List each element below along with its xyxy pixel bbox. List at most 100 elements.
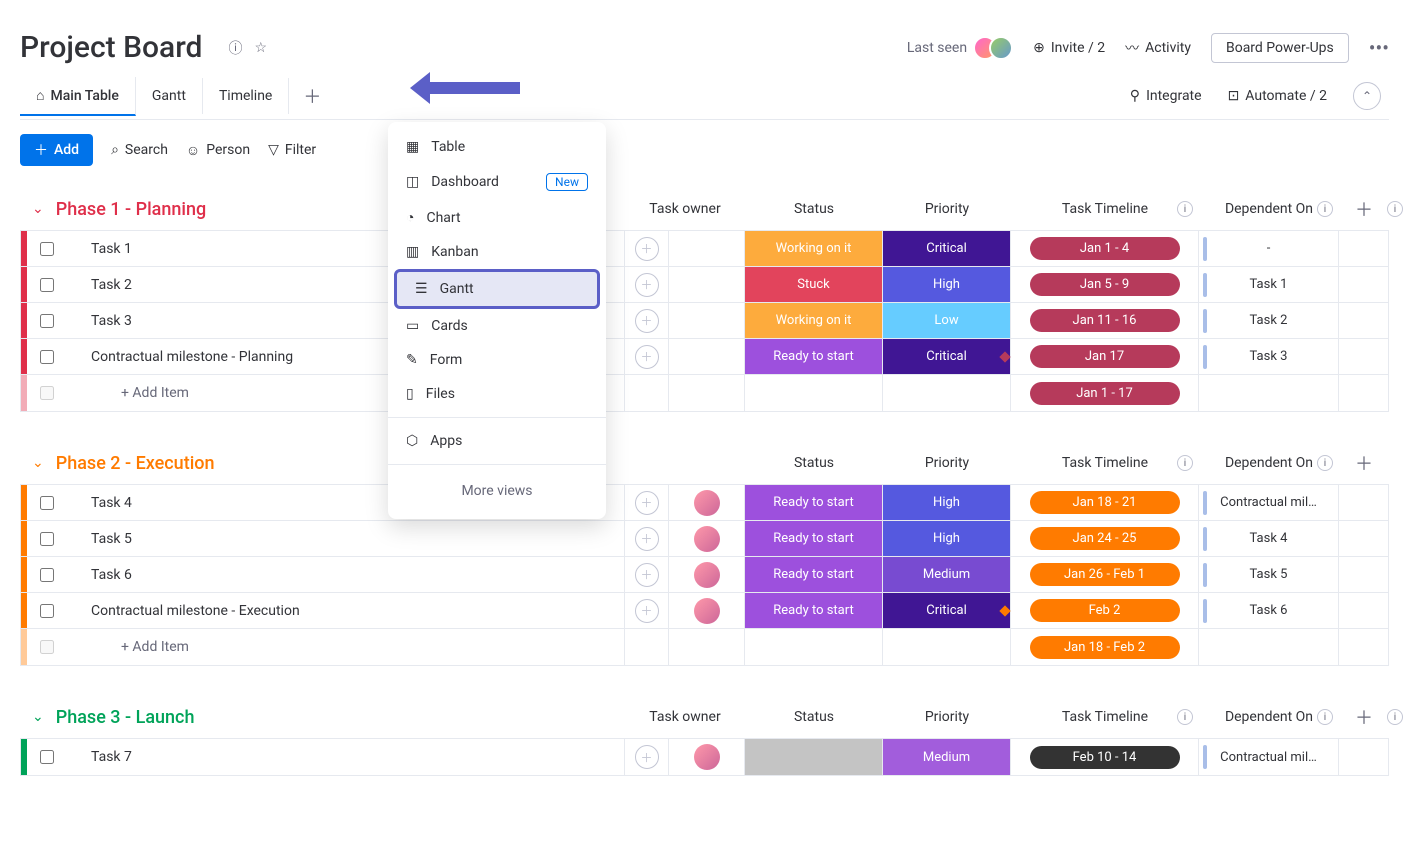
priority-cell[interactable]: High [882, 267, 1010, 302]
priority-cell[interactable]: Critical [882, 339, 1010, 374]
group-title[interactable]: Phase 2 - Execution [56, 453, 215, 474]
dependency-cell[interactable]: Contractual mil… [1198, 739, 1338, 775]
add-comment-icon[interactable]: ＋ [635, 273, 659, 297]
table-row[interactable]: Task 6 ＋ Ready to start Medium Jan 26 - … [21, 557, 1388, 593]
row-checkbox[interactable] [27, 568, 67, 582]
popup-item-kanban[interactable]: ▥Kanban [388, 235, 606, 269]
column-header-timeline[interactable]: Task Timelinei [1011, 201, 1199, 217]
row-checkbox[interactable] [27, 750, 67, 764]
add-column-button[interactable]: ＋ [1339, 196, 1389, 222]
powerups-button[interactable]: Board Power-Ups [1211, 33, 1349, 63]
popup-item-files[interactable]: ▯Files [388, 377, 606, 411]
row-checkbox[interactable] [27, 496, 67, 510]
group-title[interactable]: Phase 1 - Planning [56, 199, 207, 220]
star-icon[interactable]: ☆ [254, 40, 267, 56]
table-row[interactable]: Task 7 ＋ Medium Feb 10 - 14 Contractual … [21, 739, 1388, 775]
add-comment-icon[interactable]: ＋ [635, 527, 659, 551]
info-icon[interactable]: ⓘ [228, 38, 242, 58]
more-menu-icon[interactable]: ••• [1369, 36, 1389, 60]
chevron-down-icon[interactable]: ⌄ [32, 709, 44, 725]
conversation-cell[interactable]: ＋ [624, 267, 668, 302]
info-icon[interactable]: i [1387, 709, 1403, 725]
table-row[interactable]: Task 4 ＋ Ready to start High Jan 18 - 21… [21, 485, 1388, 521]
column-header-priority[interactable]: Priority [883, 201, 1011, 217]
dependency-cell[interactable]: - [1198, 231, 1338, 266]
add-column-button[interactable]: ＋ [1339, 704, 1389, 730]
add-button[interactable]: ＋ Add [20, 134, 93, 166]
dependency-cell[interactable]: Task 4 [1198, 521, 1338, 556]
timeline-cell[interactable]: Jan 18 - 21 [1010, 485, 1198, 520]
column-header-owner[interactable]: Task owneri [625, 709, 745, 725]
row-checkbox[interactable] [27, 532, 67, 546]
last-seen[interactable]: Last seen [907, 36, 1013, 60]
popup-item-dashboard[interactable]: ◫DashboardNew [388, 164, 606, 200]
status-cell[interactable]: Working on it [744, 231, 882, 266]
info-icon[interactable]: i [1177, 455, 1193, 471]
table-row[interactable]: Task 2 ＋ Stuck High Jan 5 - 9 Task 1 [21, 267, 1388, 303]
column-header-timeline[interactable]: Task Timelinei [1011, 709, 1199, 725]
tab-main-table[interactable]: ⌂ Main Table [20, 77, 136, 116]
add-comment-icon[interactable]: ＋ [635, 745, 659, 769]
status-cell[interactable]: Ready to start [744, 485, 882, 520]
conversation-cell[interactable]: ＋ [624, 303, 668, 338]
info-icon[interactable]: i [1387, 201, 1403, 217]
owner-cell[interactable] [668, 521, 744, 556]
search-tool[interactable]: ⌕ Search [111, 142, 168, 158]
popup-item-chart[interactable]: ◔Chart [388, 200, 606, 235]
timeline-cell[interactable]: Jan 11 - 16 [1010, 303, 1198, 338]
status-cell[interactable] [744, 739, 882, 775]
priority-cell[interactable]: Critical [882, 593, 1010, 628]
column-header-dep[interactable]: Dependent Oni [1199, 709, 1339, 725]
row-checkbox[interactable] [27, 314, 67, 328]
priority-cell[interactable]: Medium [882, 557, 1010, 592]
row-checkbox[interactable] [27, 604, 67, 618]
column-header-dep[interactable]: Dependent Oni [1199, 201, 1339, 217]
popup-item-gantt[interactable]: ☰Gantt [394, 269, 600, 309]
status-cell[interactable]: Ready to start [744, 593, 882, 628]
collapse-button[interactable]: ⌃ [1353, 82, 1381, 110]
column-header-owner[interactable]: Task owneri [625, 201, 745, 217]
table-row[interactable]: Task 3 ＋ Working on it Low Jan 11 - 16 T… [21, 303, 1388, 339]
add-comment-icon[interactable]: ＋ [635, 599, 659, 623]
add-column-button[interactable]: ＋ [1339, 450, 1389, 476]
owner-cell[interactable] [668, 339, 744, 374]
owner-cell[interactable] [668, 231, 744, 266]
owner-cell[interactable] [668, 485, 744, 520]
add-comment-icon[interactable]: ＋ [635, 491, 659, 515]
dependency-cell[interactable]: Task 5 [1198, 557, 1338, 592]
conversation-cell[interactable]: ＋ [624, 339, 668, 374]
priority-cell[interactable]: Critical [882, 231, 1010, 266]
info-icon[interactable]: i [1317, 709, 1333, 725]
column-header-status[interactable]: Status [745, 709, 883, 725]
conversation-cell[interactable]: ＋ [624, 557, 668, 592]
add-item-row[interactable]: + Add Item Jan 1 - 17 [21, 375, 1388, 411]
task-name[interactable]: Contractual milestone - Execution [67, 603, 624, 619]
dependency-cell[interactable]: Task 3 [1198, 339, 1338, 374]
status-cell[interactable]: Stuck [744, 267, 882, 302]
timeline-cell[interactable]: Jan 1 - 4 [1010, 231, 1198, 266]
column-header-timeline[interactable]: Task Timelinei [1011, 455, 1199, 471]
add-comment-icon[interactable]: ＋ [635, 309, 659, 333]
add-comment-icon[interactable]: ＋ [635, 563, 659, 587]
dependency-cell[interactable]: Contractual mil… [1198, 485, 1338, 520]
conversation-cell[interactable]: ＋ [624, 739, 668, 775]
row-checkbox[interactable] [27, 242, 67, 256]
timeline-cell[interactable]: Jan 26 - Feb 1 [1010, 557, 1198, 592]
table-row[interactable]: Task 5 ＋ Ready to start High Jan 24 - 25… [21, 521, 1388, 557]
status-cell[interactable]: Working on it [744, 303, 882, 338]
column-header-priority[interactable]: Priority [883, 455, 1011, 471]
priority-cell[interactable]: Low [882, 303, 1010, 338]
owner-cell[interactable] [668, 267, 744, 302]
tab-timeline[interactable]: Timeline [203, 78, 289, 114]
priority-cell[interactable]: Medium [882, 739, 1010, 775]
status-cell[interactable]: Ready to start [744, 521, 882, 556]
timeline-cell[interactable]: Feb 10 - 14 [1010, 739, 1198, 775]
conversation-cell[interactable]: ＋ [624, 593, 668, 628]
timeline-cell[interactable]: Jan 24 - 25 [1010, 521, 1198, 556]
row-checkbox[interactable] [27, 278, 67, 292]
conversation-cell[interactable]: ＋ [624, 231, 668, 266]
owner-cell[interactable] [668, 593, 744, 628]
invite-button[interactable]: ⊕ Invite / 2 [1033, 40, 1105, 56]
automate-button[interactable]: ⊡ Automate / 2 [1228, 88, 1327, 104]
chevron-down-icon[interactable]: ⌄ [32, 455, 44, 471]
